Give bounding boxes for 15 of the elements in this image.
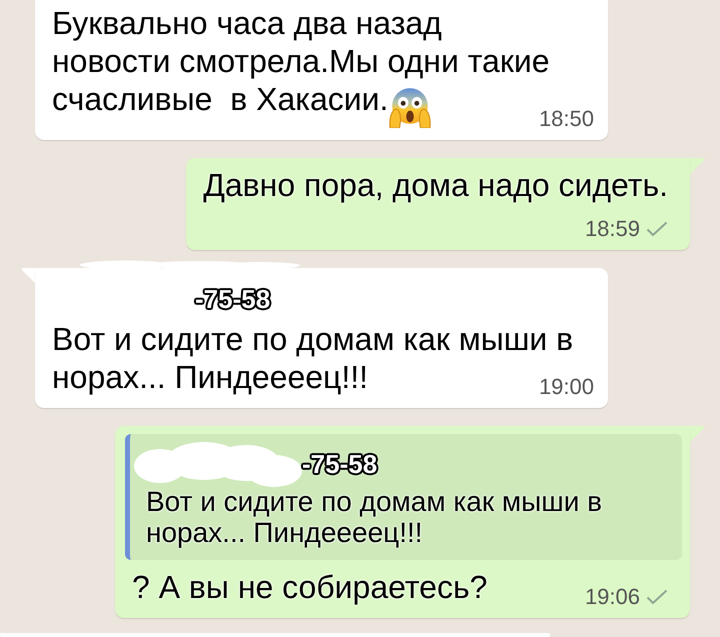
message-text: Давно пора, дома надо сидеть. bbox=[203, 167, 668, 203]
quoted-message[interactable]: -75-58 Вот и сидите по домам как мыши в норах... Пиндеееец!!! bbox=[125, 434, 682, 560]
message-text: норах... Пиндеееец!!! bbox=[52, 359, 368, 395]
message-text: новости смотрела.Мы одни такие bbox=[52, 43, 550, 79]
message-time: 18:59 bbox=[584, 216, 640, 242]
message-text: Буквально часа два назад bbox=[52, 5, 442, 41]
message-text: ? А вы не собираетесь? bbox=[132, 569, 488, 605]
message-time: 19:06 bbox=[584, 584, 640, 610]
quoted-text: Вот и сидите по домам как мыши в норах... Пиндеееец!!! bbox=[146, 486, 604, 548]
message-time: 18:50 bbox=[538, 106, 594, 132]
message-time: 19:00 bbox=[538, 374, 594, 400]
message-text: Вот и сидите по домам как мыши в bbox=[52, 321, 574, 357]
sender-name: -75-58 bbox=[302, 449, 378, 479]
sender-name: -75-58 bbox=[195, 284, 270, 314]
message-text: счасливые в Хакасии. bbox=[52, 81, 388, 117]
